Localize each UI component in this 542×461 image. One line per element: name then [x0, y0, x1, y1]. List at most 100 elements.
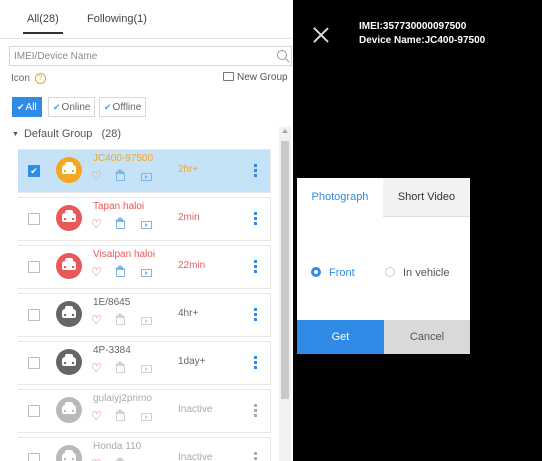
- device-checkbox[interactable]: [28, 261, 40, 273]
- device-checkbox[interactable]: [28, 309, 40, 321]
- car-icon: [56, 349, 82, 375]
- group-label: Default Group: [23, 128, 93, 140]
- heart-icon[interactable]: ♡: [91, 266, 102, 278]
- list-scrollbar[interactable]: [279, 127, 291, 461]
- home-icon[interactable]: [115, 217, 125, 229]
- car-icon: [56, 301, 82, 327]
- last-seen: Inactive: [178, 404, 213, 415]
- home-icon[interactable]: [115, 361, 125, 373]
- more-vertical-icon[interactable]: [254, 404, 257, 418]
- heart-icon[interactable]: ♡: [91, 410, 102, 422]
- more-vertical-icon[interactable]: [254, 212, 257, 226]
- video-icon[interactable]: [141, 269, 152, 277]
- last-seen: Inactive: [178, 452, 213, 461]
- heart-icon[interactable]: ♡: [91, 218, 102, 230]
- video-icon[interactable]: [141, 317, 152, 325]
- device-row[interactable]: ✔ JC400-97500 ♡ 2hr+: [18, 150, 270, 192]
- search-icon[interactable]: [277, 50, 287, 60]
- caret-down-icon: ▼: [12, 131, 19, 138]
- imei-text: IMEI:357730000097500: [359, 21, 467, 32]
- car-icon: [56, 253, 82, 279]
- device-row[interactable]: Tapan haloi ♡ 2min: [18, 198, 270, 240]
- get-button[interactable]: Get: [297, 320, 384, 354]
- device-checkbox[interactable]: [28, 405, 40, 417]
- video-icon[interactable]: [141, 365, 152, 373]
- device-name[interactable]: JC400-97500: [93, 153, 153, 164]
- last-seen: 2hr+: [178, 164, 199, 175]
- scroll-up-icon[interactable]: [282, 129, 288, 133]
- filter-offline-button[interactable]: ✔Offline: [99, 97, 147, 117]
- device-name[interactable]: Tapan haloi: [93, 201, 144, 212]
- tab-all[interactable]: All(28): [23, 13, 63, 34]
- home-icon[interactable]: [115, 409, 125, 421]
- last-seen: 4hr+: [178, 308, 199, 319]
- radio-in-vehicle[interactable]: In vehicle: [385, 267, 449, 279]
- group-header[interactable]: ▼ Default Group (28): [12, 128, 121, 140]
- radio-icon: [311, 267, 321, 278]
- radio-in-vehicle-label: In vehicle: [403, 267, 450, 279]
- radio-front-label: Front: [329, 267, 355, 279]
- scrollbar-thumb[interactable]: [281, 141, 289, 399]
- video-icon[interactable]: [141, 221, 152, 229]
- device-name[interactable]: gulaiyj2primo: [93, 393, 152, 404]
- device-row[interactable]: Visalpan haloi ♡ 22min: [18, 246, 270, 288]
- check-icon: ✔: [104, 102, 112, 112]
- tab-following[interactable]: Following(1): [87, 13, 147, 25]
- device-row[interactable]: 1E/8645 ♡ 4hr+: [18, 294, 270, 336]
- last-seen: 1day+: [178, 356, 206, 367]
- check-icon: ✔: [53, 102, 61, 112]
- device-name[interactable]: 1E/8645: [93, 297, 130, 308]
- device-list: ✔ JC400-97500 ♡ 2hr+ Tapan haloi ♡ 2min Visalpa…: [18, 148, 277, 461]
- device-info: IMEI:357730000097500 Device Name:JC400-9…: [359, 20, 485, 48]
- home-icon[interactable]: [115, 265, 125, 277]
- device-row[interactable]: Honda 110♡Inactive: [18, 438, 270, 461]
- cancel-button[interactable]: Cancel: [384, 320, 470, 354]
- filter-online-label: Online: [61, 102, 91, 113]
- device-checkbox[interactable]: [28, 213, 40, 225]
- heart-icon[interactable]: ♡: [91, 314, 102, 326]
- device-row[interactable]: 4P-3384 ♡ 1day+: [18, 342, 270, 384]
- more-vertical-icon[interactable]: [254, 260, 257, 274]
- filter-all-button[interactable]: ✔All: [12, 97, 42, 117]
- tab-photograph[interactable]: Photograph: [297, 178, 383, 217]
- more-vertical-icon[interactable]: [254, 308, 257, 322]
- more-vertical-icon[interactable]: [254, 164, 257, 178]
- list-tabs: All(28) Following(1): [0, 0, 293, 39]
- search-box: [9, 46, 292, 66]
- device-row[interactable]: gulaiyj2primo ♡ Inactive: [18, 390, 270, 432]
- last-seen: 2min: [178, 212, 200, 223]
- car-icon: [56, 445, 82, 461]
- car-icon: [56, 397, 82, 423]
- group-count: (28): [101, 128, 122, 140]
- tab-short-video[interactable]: Short Video: [383, 178, 470, 217]
- close-icon[interactable]: [313, 27, 329, 43]
- camera-panel: IMEI:357730000097500 Device Name:JC400-9…: [293, 0, 542, 461]
- device-list-panel: All(28) Following(1) Icon ? New Group ✔A…: [0, 0, 293, 461]
- video-icon[interactable]: [141, 413, 152, 421]
- heart-icon[interactable]: ♡: [91, 170, 102, 182]
- more-vertical-icon[interactable]: [254, 452, 257, 461]
- more-vertical-icon[interactable]: [254, 356, 257, 370]
- new-group-button[interactable]: New Group: [223, 71, 288, 83]
- new-group-label: New Group: [237, 72, 288, 83]
- last-seen: 22min: [178, 260, 206, 271]
- car-icon: [56, 205, 82, 231]
- heart-icon[interactable]: ♡: [91, 362, 102, 374]
- capture-dialog: Photograph Short Video Front In vehicle …: [297, 178, 470, 354]
- device-name[interactable]: Honda 110: [93, 441, 141, 452]
- radio-front[interactable]: Front: [311, 267, 355, 279]
- home-icon[interactable]: [115, 169, 125, 181]
- device-name-text: Device Name:JC400-97500: [359, 35, 486, 46]
- video-icon[interactable]: [141, 173, 152, 181]
- icon-label: Icon: [11, 73, 30, 85]
- filter-online-button[interactable]: ✔Online: [48, 97, 96, 117]
- device-name[interactable]: Visalpan haloi: [93, 249, 155, 260]
- device-name[interactable]: 4P-3384: [93, 345, 131, 356]
- folder-icon: [223, 71, 234, 81]
- help-icon[interactable]: ?: [34, 73, 46, 84]
- home-icon[interactable]: [115, 313, 125, 325]
- device-checkbox[interactable]: [28, 453, 40, 461]
- search-input[interactable]: [14, 49, 264, 63]
- device-checkbox[interactable]: [28, 357, 40, 369]
- device-checkbox[interactable]: ✔: [28, 165, 40, 177]
